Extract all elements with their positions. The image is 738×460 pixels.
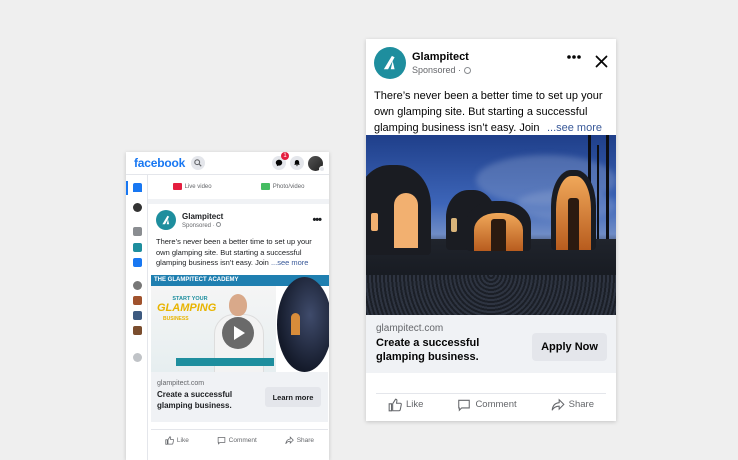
presenter-head — [229, 294, 247, 316]
sponsored-label: Sponsored · — [182, 221, 223, 229]
cabin-glow — [291, 313, 300, 335]
share-button[interactable]: Share — [551, 397, 594, 412]
video-thumbnail[interactable]: START YOUR GLAMPING BUSINESS — [151, 286, 276, 372]
cabin-thumbnail[interactable] — [277, 277, 329, 372]
search-icon[interactable] — [191, 156, 206, 170]
bell-icon[interactable] — [290, 156, 304, 170]
like-label: Like — [176, 437, 189, 444]
comment-icon — [458, 399, 471, 412]
sponsored-text: Sponsored · — [412, 65, 462, 75]
like-icon — [388, 398, 402, 411]
glampitect-logo-icon[interactable] — [156, 210, 176, 230]
glamping-pod — [551, 170, 596, 250]
left-nav-rail — [126, 175, 148, 460]
video-caption-bar — [176, 358, 274, 366]
like-button[interactable]: Like — [388, 398, 423, 412]
avatar[interactable] — [308, 155, 325, 172]
comment-button[interactable]: Comment — [457, 398, 517, 412]
share-label: Share — [296, 437, 315, 444]
sponsored-label: Sponsored · — [412, 65, 472, 75]
share-icon — [285, 436, 294, 445]
live-video-icon — [172, 183, 182, 191]
comment-label: Comment — [475, 399, 517, 410]
composer-actions: Live video Photo/video — [148, 175, 329, 204]
see-more-link[interactable]: ...see more — [540, 120, 602, 136]
post-actions: Like Comment Share — [151, 429, 328, 451]
ad-cta-bar: glampitect.com Create a successful glamp… — [366, 315, 616, 373]
active-indicator — [126, 181, 128, 195]
like-button[interactable]: Like — [165, 436, 189, 445]
notification-badge: 1 — [281, 152, 289, 160]
apps-grid-icon[interactable] — [133, 227, 142, 236]
pod-door — [490, 218, 507, 251]
apply-now-button[interactable]: Apply Now — [532, 333, 607, 361]
tree — [597, 145, 599, 245]
page-name[interactable]: Glampitect — [412, 51, 471, 63]
glamping-pod — [366, 165, 431, 255]
ad-image[interactable] — [366, 135, 616, 315]
messenger-icon[interactable]: 1 — [272, 152, 289, 170]
marketplace-icon[interactable] — [133, 258, 142, 267]
shortcut-icon[interactable] — [133, 296, 142, 305]
video-tag: BUSINESS — [163, 316, 189, 322]
page-identity: Glampitect Sponsored · — [412, 51, 472, 75]
glamping-pod — [466, 201, 531, 251]
ad-media-carousel[interactable]: THE GLAMPITECT ACADEMY START YOUR GLAMPI… — [151, 275, 329, 372]
facebook-logo[interactable]: facebook — [134, 156, 185, 170]
ad-headline: Create a successful glamping business. — [157, 390, 233, 410]
ad-domain: glampitect.com — [376, 323, 444, 334]
shortcut-icon[interactable] — [133, 311, 142, 320]
profile-icon[interactable] — [133, 203, 142, 212]
like-label: Like — [406, 399, 424, 410]
ad-preview-card: Glampitect Sponsored · There’s never bee… — [366, 39, 616, 421]
sponsored-text: Sponsored · — [182, 222, 217, 229]
live-video-button[interactable]: Live video — [172, 183, 212, 191]
comment-button[interactable]: Comment — [217, 436, 257, 445]
group-icon[interactable] — [133, 281, 142, 290]
post-text: There’s never been a better time to set … — [374, 88, 610, 136]
more-icon[interactable]: ••• — [312, 214, 322, 226]
photo-icon — [260, 183, 270, 191]
learn-more-button[interactable]: Learn more — [265, 387, 321, 407]
post-actions: Like Comment Share — [376, 393, 606, 415]
pod-window — [371, 213, 378, 231]
photo-video-label: Photo/video — [272, 184, 305, 191]
live-video-label: Live video — [184, 184, 212, 191]
ad-domain: glampitect.com — [157, 380, 205, 387]
photo-video-button[interactable]: Photo/video — [260, 183, 305, 191]
share-icon — [551, 397, 565, 410]
like-icon — [165, 436, 174, 445]
post-header: Glampitect Sponsored · — [374, 47, 472, 79]
globe-icon — [464, 66, 472, 74]
comment-icon — [217, 437, 225, 445]
play-icon[interactable] — [221, 316, 255, 350]
pod-window — [394, 193, 418, 248]
post-text: There’s never been a better time to set … — [156, 237, 321, 269]
more-icon[interactable] — [566, 53, 582, 61]
comment-label: Comment — [228, 437, 257, 444]
post-header: Glampitect Sponsored · ••• — [156, 210, 322, 230]
ad-cta-bar: glampitect.com Create a successful glamp… — [151, 372, 328, 422]
see-more-link[interactable]: ...see more — [271, 258, 309, 267]
link-icon[interactable] — [133, 353, 142, 362]
pod-door — [568, 198, 579, 250]
ad-headline: Create a successful glamping business. — [376, 337, 480, 363]
top-bar-actions: 1 — [272, 152, 325, 172]
pod-window — [451, 218, 457, 232]
mobile-top-bar: facebook 1 — [126, 152, 329, 175]
share-button[interactable]: Share — [285, 436, 314, 445]
globe-icon — [216, 221, 222, 227]
shortcut-icon[interactable] — [133, 326, 142, 335]
avatar-menu-icon[interactable] — [319, 165, 325, 172]
home-icon[interactable] — [133, 183, 142, 192]
watch-icon[interactable] — [133, 243, 142, 252]
page-name[interactable]: Glampitect — [182, 212, 223, 221]
cobbled-path — [366, 275, 616, 315]
glampitect-logo-icon[interactable] — [374, 47, 406, 79]
tree — [606, 135, 609, 247]
close-icon[interactable] — [595, 55, 608, 68]
page-identity: Glampitect Sponsored · — [182, 212, 223, 229]
sponsored-post: Glampitect Sponsored · ••• There’s never… — [148, 204, 329, 269]
share-label: Share — [568, 399, 594, 410]
